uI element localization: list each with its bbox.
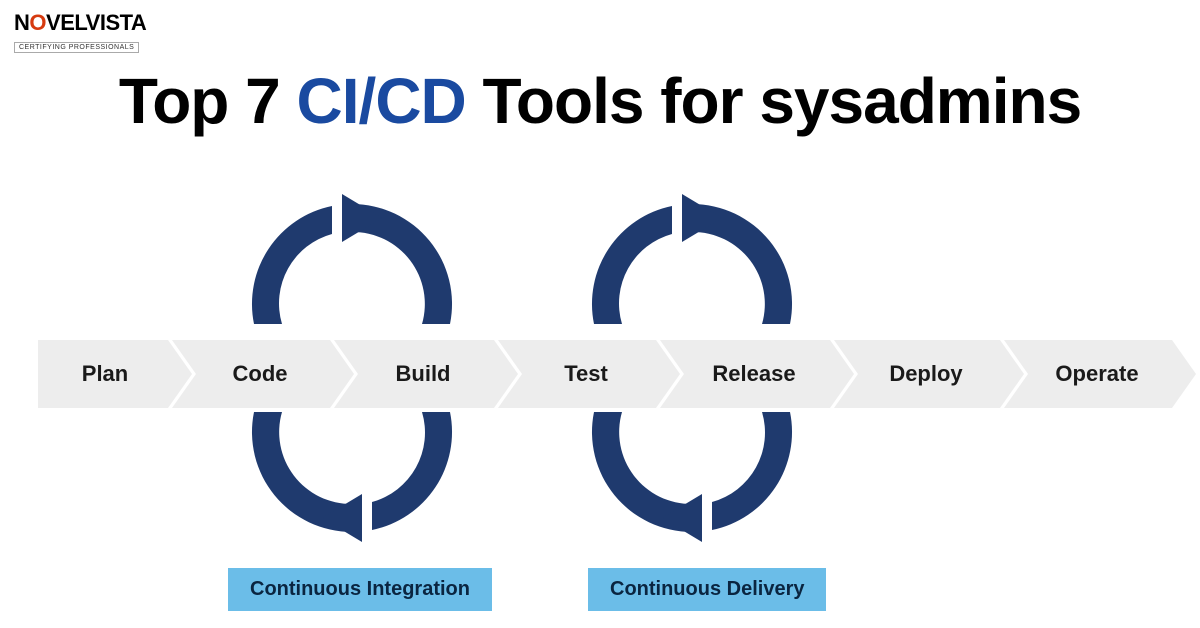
brand-logo: NOVELVISTA CERTIFYING PROFESSIONALS: [14, 10, 146, 54]
logo-accent-letter: O: [29, 10, 46, 35]
brand-tagline: CERTIFYING PROFESSIONALS: [14, 42, 139, 53]
logo-prefix: N: [14, 10, 29, 35]
cicd-diagram: Plan Code Build Test Release Deploy Oper…: [0, 190, 1200, 620]
ci-badge: Continuous Integration: [228, 568, 492, 611]
title-part1: Top 7: [119, 65, 297, 137]
title-part2: Tools for sysadmins: [466, 65, 1081, 137]
cd-loop-icon: [562, 184, 822, 564]
page-title: Top 7 CI/CD Tools for sysadmins: [0, 64, 1200, 138]
stage-operate: Operate: [1004, 340, 1172, 408]
cd-badge: Continuous Delivery: [588, 568, 826, 611]
stage-deploy: Deploy: [834, 340, 1000, 408]
brand-name: NOVELVISTA: [14, 10, 146, 36]
cd-loop: [562, 184, 822, 564]
logo-suffix: VELVISTA: [46, 10, 146, 35]
stage-plan-label: Plan: [68, 361, 138, 387]
stage-deploy-label: Deploy: [861, 361, 972, 387]
stage-plan: Plan: [38, 340, 168, 408]
title-highlight: CI/CD: [297, 65, 466, 137]
stage-operate-label: Operate: [1027, 361, 1148, 387]
